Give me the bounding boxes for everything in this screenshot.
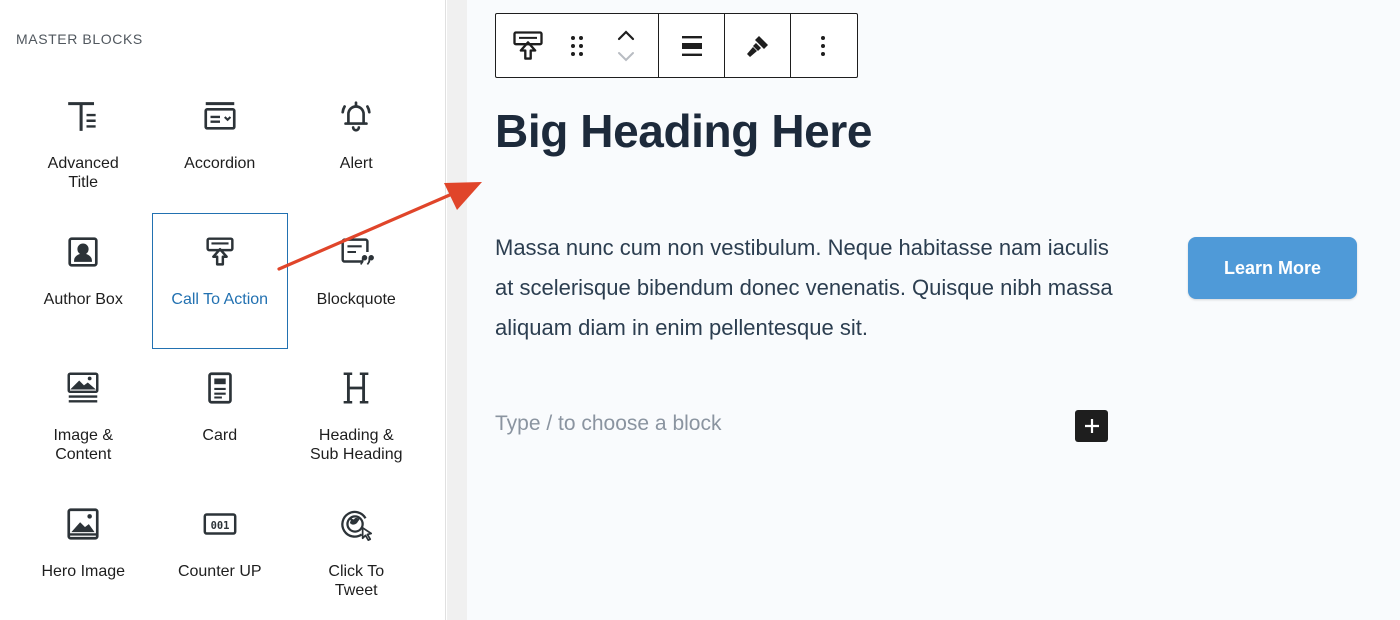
block-label: Click To Tweet bbox=[328, 563, 385, 599]
block-label: Author Box bbox=[43, 291, 123, 308]
align-button[interactable] bbox=[659, 14, 724, 77]
drag-handle-icon bbox=[570, 35, 583, 56]
block-grid: Advanced Title Accordion Alert Author Bo… bbox=[15, 77, 425, 620]
counter-icon: 001 bbox=[153, 504, 288, 544]
block-counter-up[interactable]: 001 Counter UP bbox=[152, 485, 289, 620]
align-icon bbox=[681, 35, 702, 56]
block-label: Accordion bbox=[184, 155, 256, 172]
heading-icon bbox=[289, 368, 424, 408]
brush-icon bbox=[746, 35, 768, 57]
toolbar-group-align bbox=[659, 14, 725, 77]
svg-text:001: 001 bbox=[210, 520, 229, 532]
move-up-icon[interactable] bbox=[616, 29, 636, 41]
block-label: Call To Action bbox=[171, 291, 269, 308]
card-icon bbox=[153, 368, 288, 408]
accordion-icon bbox=[153, 96, 288, 136]
block-label: Counter UP bbox=[177, 563, 262, 580]
move-buttons bbox=[593, 14, 658, 77]
block-label: Card bbox=[202, 427, 238, 444]
plus-icon bbox=[1084, 419, 1099, 433]
author-box-icon bbox=[16, 232, 151, 272]
drag-handle-button[interactable] bbox=[560, 14, 594, 77]
sidebar-title: MASTER BLOCKS bbox=[16, 31, 143, 47]
block-type-button[interactable] bbox=[496, 14, 560, 77]
block-advanced-title[interactable]: Advanced Title bbox=[15, 77, 152, 213]
block-toolbar bbox=[495, 13, 858, 78]
advanced-title-icon bbox=[16, 96, 151, 136]
block-label: Advanced Title bbox=[47, 155, 119, 191]
block-label: Heading & Sub Heading bbox=[309, 427, 403, 463]
more-options-button[interactable] bbox=[791, 14, 855, 77]
block-label: Alert bbox=[339, 155, 373, 172]
block-card[interactable]: Card bbox=[152, 349, 289, 485]
toolbar-group-style bbox=[725, 14, 791, 77]
learn-more-button[interactable]: Learn More bbox=[1188, 237, 1357, 299]
cta-body-text[interactable]: Massa nunc cum non vestibulum. Neque hab… bbox=[495, 228, 1115, 348]
image-content-icon bbox=[16, 368, 151, 408]
cta-heading[interactable]: Big Heading Here bbox=[495, 104, 872, 158]
hero-image-icon bbox=[16, 504, 151, 544]
block-call-to-action[interactable]: Call To Action bbox=[151, 213, 288, 349]
toolbar-group-more bbox=[791, 14, 855, 77]
block-image-content[interactable]: Image & Content bbox=[15, 349, 152, 485]
block-blockquote[interactable]: Blockquote bbox=[288, 213, 425, 349]
block-accordion[interactable]: Accordion bbox=[152, 77, 289, 213]
style-button[interactable] bbox=[725, 14, 790, 77]
block-label: Blockquote bbox=[316, 291, 396, 308]
block-heading-subheading[interactable]: Heading & Sub Heading bbox=[288, 349, 425, 485]
block-hero-image[interactable]: Hero Image bbox=[15, 485, 152, 620]
call-to-action-icon bbox=[513, 30, 543, 60]
blockquote-icon bbox=[289, 232, 424, 272]
block-alert[interactable]: Alert bbox=[288, 77, 425, 213]
block-inserter-button[interactable] bbox=[1075, 410, 1108, 442]
block-click-to-tweet[interactable]: Click To Tweet bbox=[288, 485, 425, 620]
bell-icon bbox=[289, 96, 424, 136]
tweet-icon bbox=[289, 504, 424, 544]
block-author-box[interactable]: Author Box bbox=[15, 213, 152, 349]
move-down-icon[interactable] bbox=[616, 51, 636, 63]
block-placeholder[interactable]: Type / to choose a block bbox=[495, 412, 721, 436]
block-label: Image & Content bbox=[53, 427, 114, 463]
block-label: Hero Image bbox=[41, 563, 126, 580]
toolbar-group-block bbox=[496, 14, 659, 77]
block-sidebar: MASTER BLOCKS Advanced Title Accordion A… bbox=[0, 0, 446, 620]
more-options-icon bbox=[821, 35, 825, 56]
call-to-action-icon bbox=[153, 232, 288, 272]
